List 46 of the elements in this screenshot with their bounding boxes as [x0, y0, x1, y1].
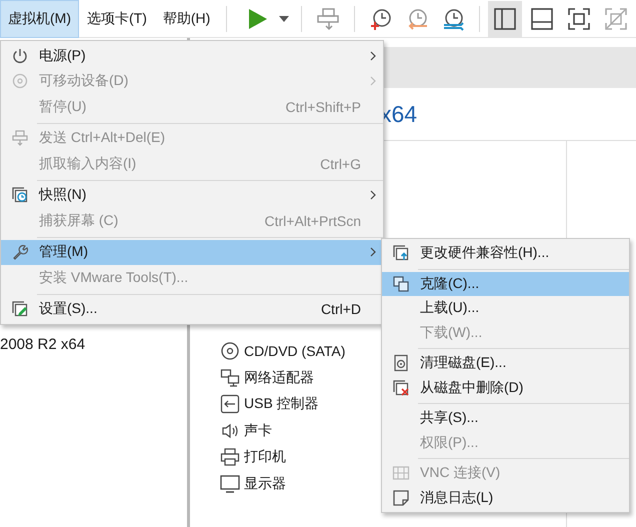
delete-icon — [392, 378, 410, 397]
clone-icon — [392, 274, 410, 293]
settings-icon — [11, 300, 29, 318]
menu-item[interactable]: 清理磁盘(E)... — [382, 351, 629, 376]
printer-icon — [220, 447, 240, 468]
menu-item[interactable]: 管理(M) — [1, 240, 383, 265]
menu-item[interactable]: 上载(U)... — [382, 296, 629, 320]
device-label[interactable]: 打印机 — [244, 448, 286, 466]
library-item[interactable]: 2008 R2 x64 — [0, 334, 187, 356]
grid-icon — [392, 464, 410, 482]
note-icon — [392, 488, 410, 507]
menu-bar-item[interactable]: 虚拟机(M) — [0, 0, 79, 38]
unity-view-icon — [604, 6, 628, 30]
wrench-icon — [11, 243, 29, 262]
disc-icon — [220, 341, 240, 362]
snapshot-manager-icon[interactable] — [441, 6, 466, 30]
sidebar-layout-icon — [493, 6, 518, 30]
menu-item[interactable]: 电源(P) — [1, 43, 383, 68]
menu-item[interactable]: 快照(N) — [1, 182, 383, 208]
device-label[interactable]: 声卡 — [244, 422, 272, 440]
device-label[interactable]: 网络适配器 — [244, 368, 314, 387]
device-label[interactable]: 显示器 — [244, 474, 286, 493]
menu-item[interactable]: 消息日志(L) — [382, 486, 629, 510]
menu-item[interactable]: 更改硬件兼容性(H)... — [382, 241, 629, 266]
view-button[interactable] — [488, 0, 522, 36]
upgrade-icon — [392, 244, 410, 262]
menu-bar-item[interactable]: 选项卡(T) — [79, 0, 155, 38]
device-label[interactable]: CD/DVD (SATA) — [244, 343, 346, 360]
snapshot-icon — [11, 186, 29, 204]
device-label[interactable]: USB 控制器 — [244, 395, 319, 414]
usb-icon — [220, 394, 240, 414]
menu-item[interactable]: 从磁盘中删除(D) — [382, 376, 629, 400]
menu-item[interactable]: 共享(S)... — [382, 406, 629, 430]
menu-bar-item[interactable]: 帮助(H) — [154, 0, 218, 38]
network-icon — [220, 368, 240, 388]
keyboard-send-icon — [11, 129, 29, 148]
menu-item[interactable]: 设置(S)... Ctrl+D — [1, 296, 383, 322]
bottom-panel-icon — [530, 6, 554, 30]
keyboard-send-icon[interactable] — [316, 6, 340, 30]
snapshot-add-icon[interactable] — [369, 6, 394, 30]
monitor-icon — [220, 474, 240, 494]
disc-icon — [11, 72, 29, 90]
fullscreen-icon — [567, 6, 592, 30]
caret-icon[interactable] — [279, 16, 290, 22]
power-icon — [11, 46, 29, 65]
menu-item[interactable]: 克隆(C)... — [382, 272, 629, 296]
